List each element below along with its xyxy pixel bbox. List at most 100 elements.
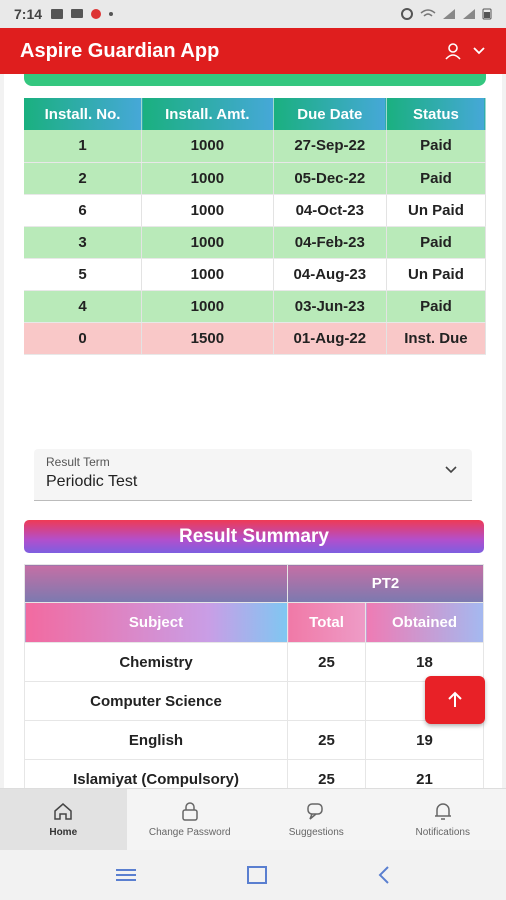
due-date: 01-Aug-22 [273,322,387,355]
col-status: Status [386,98,487,130]
table-row: Computer Science [24,681,484,721]
due-date: 04-Feb-23 [273,226,387,259]
nav-suggestions[interactable]: Suggestions [253,789,380,850]
due-date: 04-Oct-23 [273,194,387,227]
lock-icon [182,802,198,821]
col-install-no: Install. No. [24,98,143,130]
total: 25 [287,642,366,682]
system-icons [400,8,492,20]
nav-suggestions-label: Suggestions [288,827,344,838]
col-due-date: Due Date [273,98,387,130]
status: Paid [386,226,487,259]
result-term-select[interactable]: Result Term Periodic Test [34,449,472,501]
status: Inst. Due [386,322,487,355]
gallery-icon [51,9,64,19]
total [287,681,366,721]
due-date: 27-Sep-22 [273,130,387,163]
system-navigation [0,850,506,900]
back-icon[interactable] [376,865,392,885]
table-row: 2 1000 05-Dec-22 Paid [24,162,487,195]
install-no: 2 [24,162,143,195]
total: 25 [287,720,366,760]
due-date: 04-Aug-23 [273,258,387,291]
user-menu[interactable] [444,42,486,60]
status: Un Paid [386,258,487,291]
app-title: Aspire Guardian App [20,39,220,62]
bell-icon [434,803,451,820]
table-row: 3 1000 04-Feb-23 Paid [24,226,487,259]
user-icon [445,43,461,60]
header-spacer [24,564,288,603]
battery-icon [482,8,492,20]
result-summary-title: Result Summary [24,520,484,553]
home-square-icon[interactable] [245,865,269,885]
result-summary-table: PT2 Subject Total Obtained Chemistry 25 … [24,564,484,788]
result-term-value: Periodic Test [46,473,138,490]
install-amt: 1500 [141,322,274,355]
arrow-up-icon [448,691,462,707]
subject: Islamiyat (Compulsory) [24,759,288,788]
table-row: 0 1500 01-Aug-22 Inst. Due [24,322,487,355]
nav-notifications[interactable]: Notifications [380,789,506,850]
home-icon [54,803,72,820]
chevron-down-icon [473,47,485,55]
status: Paid [386,162,487,195]
table-row: 6 1000 04-Oct-23 Un Paid [24,194,487,227]
app-icon [91,9,102,19]
nav-notifications-label: Notifications [415,827,470,838]
col-total: Total [287,602,366,643]
notification-icons [50,8,114,20]
section-header-bar [24,74,486,86]
results-card: Result Term Periodic Test Result Summary… [4,424,502,788]
column-header-row: Subject Total Obtained [24,602,484,643]
install-amt: 1000 [141,130,274,163]
nav-home[interactable]: Home [0,789,127,850]
install-no: 0 [24,322,143,355]
table-row: Chemistry 25 18 [24,642,484,682]
total: 25 [287,759,366,788]
installments-table: Install. No. Install. Amt. Due Date Stat… [24,98,487,355]
wifi-icon [420,9,436,17]
install-no: 1 [24,130,143,163]
install-no: 6 [24,194,143,227]
exam-header-row: PT2 [24,564,484,603]
chat-icon [307,803,323,820]
status-time: 7:14 [14,6,43,22]
install-no: 5 [24,258,143,291]
col-subject: Subject [24,602,288,643]
obtained: 19 [365,720,484,760]
chevron-down-icon [445,466,457,474]
alarm-icon [401,8,413,20]
table-row: 4 1000 03-Jun-23 Paid [24,290,487,323]
signal2-icon [463,9,475,19]
status: Un Paid [386,194,487,227]
scroll-to-top-button[interactable] [425,676,485,724]
table-row: 1 1000 27-Sep-22 Paid [24,130,487,163]
subject: English [24,720,288,760]
nav-home-label: Home [49,827,78,838]
status: Paid [386,130,487,163]
table-row: Islamiyat (Compulsory) 25 21 [24,759,484,788]
signal-icon [443,9,455,19]
due-date: 05-Dec-22 [273,162,387,195]
install-amt: 1000 [141,290,274,323]
install-amt: 1000 [141,194,274,227]
due-date: 03-Jun-23 [273,290,387,323]
install-amt: 1000 [141,258,274,291]
install-amt: 1000 [141,162,274,195]
install-no: 4 [24,290,143,323]
exam-name: PT2 [287,564,484,603]
install-amt: 1000 [141,226,274,259]
dot-icon [109,12,114,16]
app-bar: Aspire Guardian App [0,28,506,74]
subject: Chemistry [24,642,288,682]
subject: Computer Science [24,681,288,721]
menu-icon[interactable] [114,866,138,884]
message-icon [71,9,84,18]
col-install-amt: Install. Amt. [141,98,274,130]
bottom-navigation: Home Change Password Suggestions Notific… [0,788,506,850]
status-bar: 7:14 [0,0,506,28]
installments-card: Install. No. Install. Amt. Due Date Stat… [4,74,502,462]
nav-change-password[interactable]: Change Password [127,789,254,850]
nav-change-password-label: Change Password [148,827,231,838]
